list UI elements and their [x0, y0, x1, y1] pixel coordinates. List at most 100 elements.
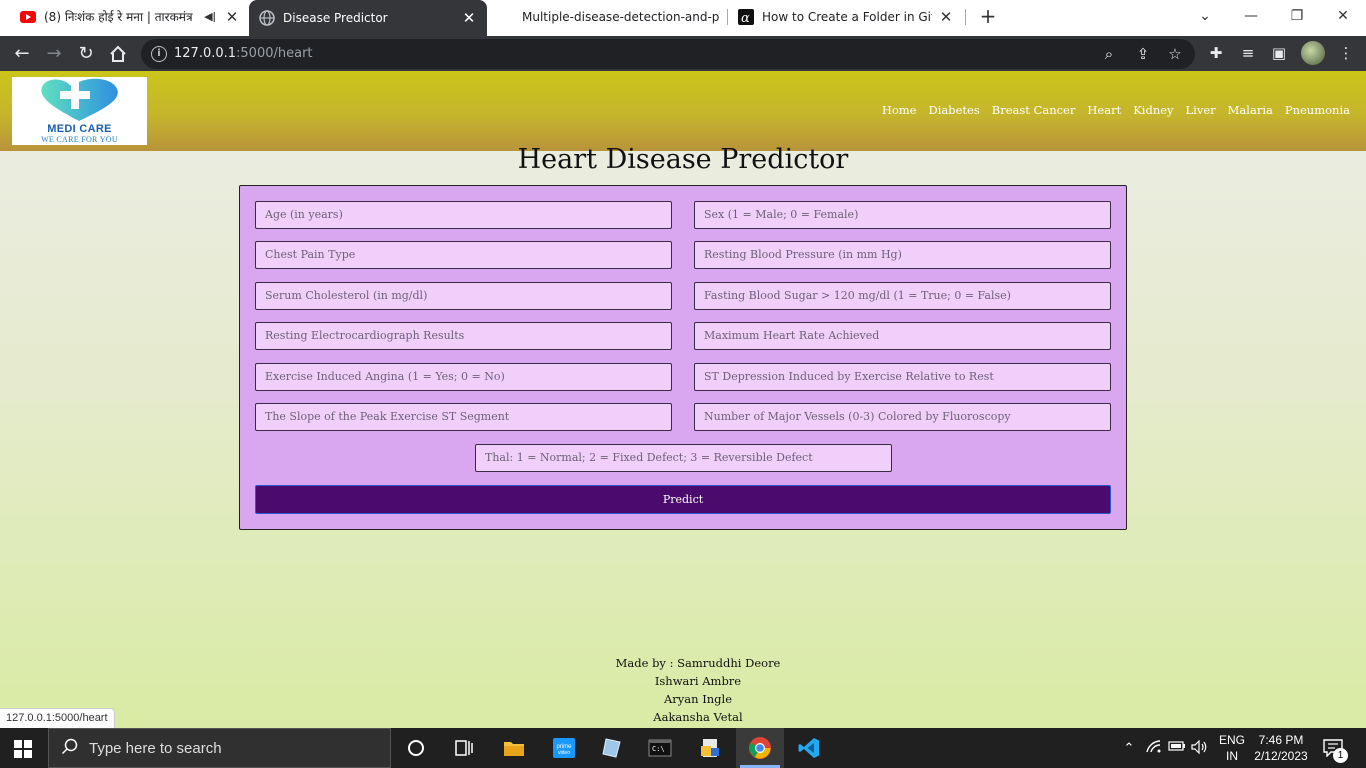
- cortana-icon[interactable]: [404, 736, 428, 760]
- url-text[interactable]: 127.0.0.1:5000/heart: [174, 46, 313, 61]
- new-tab-icon[interactable]: +: [978, 6, 998, 26]
- prime-video-icon[interactable]: prime video: [552, 736, 576, 760]
- search-icon: [61, 738, 81, 758]
- back-icon[interactable]: ←: [10, 42, 34, 66]
- web-page: MEDI CARE WE CARE FOR YOU Home Diabetes …: [0, 71, 1366, 728]
- tab-separator: [965, 9, 966, 25]
- chevron-up-icon[interactable]: ⌃: [1120, 740, 1138, 758]
- side-panel-icon[interactable]: ▣: [1268, 42, 1290, 64]
- svg-text:video: video: [558, 750, 570, 756]
- site-nav: Home Diabetes Breast Cancer Heart Kidney…: [882, 103, 1350, 117]
- search-placeholder: Type here to search: [89, 740, 222, 757]
- footer-author: Aakansha Vetal: [653, 710, 743, 724]
- youtube-icon: [20, 9, 36, 25]
- tab-create-folder[interactable]: α How to Create a Folder in Github ✕: [728, 0, 964, 33]
- globe-icon: [259, 10, 275, 26]
- tab-title: Disease Predictor: [283, 11, 388, 25]
- serum-cholesterol-input[interactable]: Serum Cholesterol (in mg/dl): [255, 282, 672, 310]
- info-icon[interactable]: i: [151, 46, 167, 62]
- close-tab-icon[interactable]: ✕: [938, 9, 954, 25]
- restore-icon[interactable]: ❐: [1285, 4, 1309, 28]
- fasting-blood-sugar-input[interactable]: Fasting Blood Sugar > 120 mg/dl (1 = Tru…: [694, 282, 1111, 310]
- bookmark-star-icon[interactable]: ☆: [1165, 44, 1185, 64]
- predict-button[interactable]: Predict: [255, 485, 1111, 514]
- st-depression-input[interactable]: ST Depression Induced by Exercise Relati…: [694, 363, 1111, 391]
- chrome-icon[interactable]: [748, 736, 772, 760]
- exercise-angina-input[interactable]: Exercise Induced Angina (1 = Yes; 0 = No…: [255, 363, 672, 391]
- tab-github[interactable]: Multiple-disease-detection-and-p: [498, 0, 728, 33]
- nav-pneumonia[interactable]: Pneumonia: [1285, 103, 1350, 117]
- file-manager-icon[interactable]: [698, 736, 722, 760]
- nav-malaria[interactable]: Malaria: [1228, 103, 1273, 117]
- file-explorer-icon[interactable]: [502, 736, 526, 760]
- windows-taskbar: Type here to search prime video C:\ ⌃ EN…: [0, 728, 1366, 768]
- menu-dots-icon[interactable]: ⋮: [1335, 42, 1357, 64]
- major-vessels-input[interactable]: Number of Major Vessels (0-3) Colored by…: [694, 403, 1111, 431]
- resting-ecg-input[interactable]: Resting Electrocardiograph Results: [255, 322, 672, 350]
- extensions-icon[interactable]: ✚: [1205, 42, 1227, 64]
- nav-heart[interactable]: Heart: [1087, 103, 1121, 117]
- svg-text:C:\: C:\: [652, 745, 665, 753]
- tab-disease-predictor[interactable]: Disease Predictor ✕: [249, 0, 487, 36]
- language-indicator[interactable]: ENG IN: [1219, 732, 1245, 764]
- logo-name: MEDI CARE: [47, 123, 112, 135]
- reload-icon[interactable]: ↻: [74, 42, 98, 66]
- forward-icon[interactable]: →: [42, 42, 66, 66]
- notes-app-icon[interactable]: [600, 736, 624, 760]
- nav-liver[interactable]: Liver: [1186, 103, 1216, 117]
- region-code: IN: [1226, 749, 1238, 763]
- site-logo[interactable]: MEDI CARE WE CARE FOR YOU: [12, 77, 147, 145]
- nav-diabetes[interactable]: Diabetes: [929, 103, 980, 117]
- taskbar-search[interactable]: Type here to search: [48, 728, 391, 768]
- nav-kidney[interactable]: Kidney: [1133, 103, 1173, 117]
- volume-icon[interactable]: [1191, 739, 1209, 758]
- zoom-icon[interactable]: ⌕: [1099, 44, 1119, 64]
- browser-toolbar: ← → ↻ i 127.0.0.1:5000/heart ⌕ ⇪ ☆ ✚ ≡ ▣…: [0, 36, 1366, 71]
- share-icon[interactable]: ⇪: [1133, 44, 1153, 64]
- site-header: MEDI CARE WE CARE FOR YOU Home Diabetes …: [0, 71, 1366, 151]
- address-bar[interactable]: i 127.0.0.1:5000/heart ⌕ ⇪ ☆: [141, 39, 1195, 69]
- page-title: Heart Disease Predictor: [517, 144, 849, 175]
- chest-pain-type-input[interactable]: Chest Pain Type: [255, 241, 672, 269]
- tab-youtube[interactable]: (8) निःशंक होई रे मना | तारकमंत्र ◀ǀ ✕: [10, 0, 250, 33]
- sex-input[interactable]: Sex (1 = Male; 0 = Female): [694, 201, 1111, 229]
- tab-strip: (8) निःशंक होई रे मना | तारकमंत्र ◀ǀ ✕ D…: [0, 0, 1366, 36]
- chevron-down-icon[interactable]: ⌄: [1193, 4, 1217, 28]
- system-clock[interactable]: 7:46 PM 2/12/2023: [1252, 732, 1310, 764]
- status-bar-url: 127.0.0.1:5000/heart: [0, 708, 115, 728]
- vscode-icon[interactable]: [797, 736, 821, 760]
- profile-avatar[interactable]: [1301, 41, 1325, 65]
- close-tab-icon[interactable]: ✕: [224, 9, 240, 25]
- minimize-icon[interactable]: —: [1239, 4, 1263, 28]
- st-slope-input[interactable]: The Slope of the Peak Exercise ST Segmen…: [255, 403, 672, 431]
- resting-blood-pressure-input[interactable]: Resting Blood Pressure (in mm Hg): [694, 241, 1111, 269]
- nav-breast-cancer[interactable]: Breast Cancer: [992, 103, 1076, 117]
- footer-author: Aryan Ingle: [663, 692, 732, 706]
- notification-badge: 1: [1333, 748, 1348, 763]
- home-icon[interactable]: [106, 42, 130, 66]
- site-footer: Made by : Samruddhi Deore Ishwari Ambre …: [0, 654, 1366, 726]
- clock-date: 2/12/2023: [1254, 749, 1308, 763]
- tab-title: How to Create a Folder in Github: [762, 9, 932, 24]
- battery-icon[interactable]: [1168, 740, 1186, 758]
- alpha-icon: α: [738, 8, 754, 25]
- speaker-icon[interactable]: ◀ǀ: [202, 9, 218, 25]
- max-heart-rate-input[interactable]: Maximum Heart Rate Achieved: [694, 322, 1111, 350]
- svg-text:α: α: [741, 11, 750, 25]
- thal-input[interactable]: Thal: 1 = Normal; 2 = Fixed Defect; 3 = …: [475, 444, 892, 472]
- age-input[interactable]: Age (in years): [255, 201, 672, 229]
- close-tab-icon[interactable]: ✕: [461, 10, 477, 26]
- close-window-icon[interactable]: ✕: [1331, 4, 1355, 28]
- heart-logo-icon: [41, 78, 118, 121]
- tab-title: Multiple-disease-detection-and-p: [522, 9, 720, 24]
- footer-credit: Made by : Samruddhi Deore: [615, 656, 781, 670]
- footer-author: Ishwari Ambre: [654, 674, 742, 688]
- clock-time: 7:46 PM: [1258, 733, 1304, 747]
- terminal-icon[interactable]: C:\: [648, 736, 672, 760]
- media-control-icon[interactable]: ≡: [1237, 42, 1259, 64]
- nav-home[interactable]: Home: [882, 103, 917, 117]
- wifi-icon[interactable]: [1145, 740, 1163, 758]
- windows-start-icon[interactable]: [14, 740, 32, 758]
- tab-title: (8) निःशंक होई रे मना | तारकमंत्र: [44, 10, 193, 24]
- task-view-icon[interactable]: [452, 736, 476, 760]
